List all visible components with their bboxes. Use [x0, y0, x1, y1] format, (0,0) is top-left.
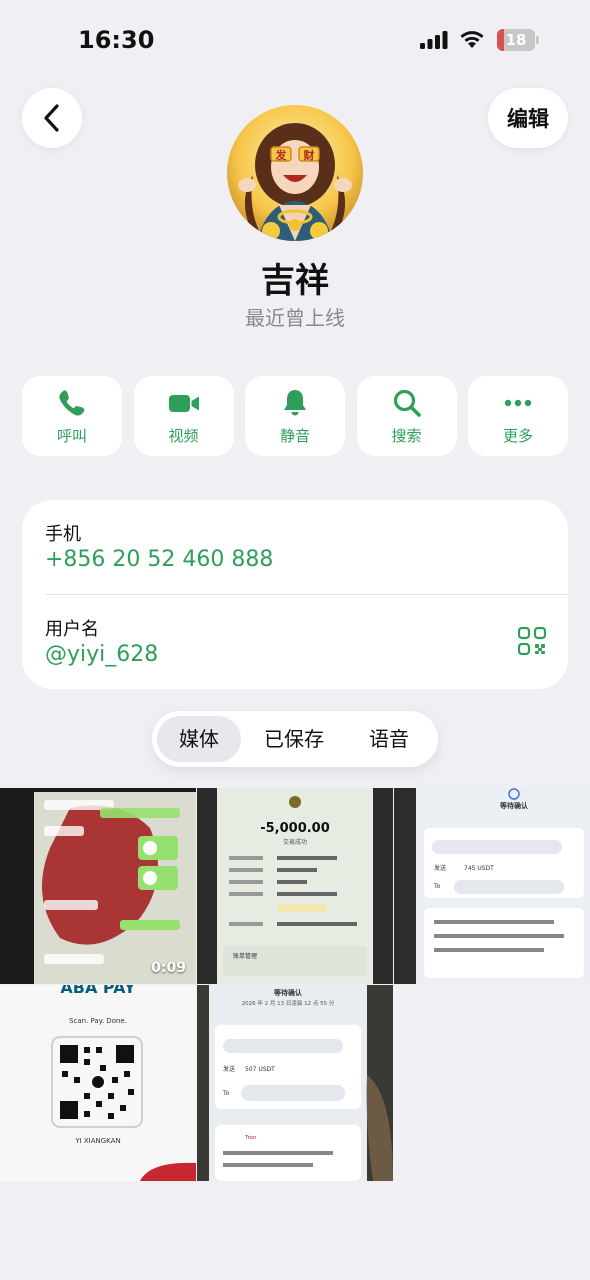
- media-item-transfer[interactable]: 等待确认 发送 745 USDT To: [394, 788, 590, 984]
- divider: [45, 594, 568, 595]
- phone-number[interactable]: +856 20 52 460 888: [45, 547, 273, 572]
- transfer-2-send-label: 发送: [223, 1065, 235, 1073]
- phone-icon: [59, 389, 85, 415]
- avatar[interactable]: 发 财: [227, 105, 363, 241]
- media-item-video[interactable]: 0:09: [0, 788, 196, 984]
- wifi-icon: [460, 31, 484, 48]
- chevron-left-icon: [44, 104, 59, 132]
- media-item-transfer-2[interactable]: 等待确认 2026 年 2 月 13 日凌晨 12 点 55 分 发送 507 …: [197, 985, 393, 1181]
- receipt-amount: -5,000.00: [260, 821, 330, 836]
- search-icon: [393, 389, 421, 417]
- transfer-2-thumbnail: 等待确认 2026 年 2 月 13 日凌晨 12 点 55 分 发送 507 …: [197, 985, 393, 1181]
- qr-code-icon[interactable]: [518, 627, 546, 655]
- avatar-badge-left: 发: [275, 148, 288, 162]
- transfer-thumbnail: 等待确认 发送 745 USDT To: [394, 788, 590, 984]
- transfer-2-subtitle: 2026 年 2 月 13 日凌晨 12 点 55 分: [242, 999, 335, 1007]
- media-grid: 0:09 -5,000.00 交易成功 账单管理 等待确认 发送 745 USD…: [0, 788, 590, 1182]
- media-item-qr-code[interactable]: ABA PAY Scan. Pay. Done. YI XIANGKAN: [0, 985, 196, 1181]
- transfer-amount: 745 USDT: [464, 865, 494, 872]
- qr-thumbnail: ABA PAY Scan. Pay. Done. YI XIANGKAN: [0, 985, 196, 1181]
- media-item-receipt[interactable]: -5,000.00 交易成功 账单管理: [197, 788, 393, 984]
- mute-label: 静音: [279, 426, 310, 445]
- more-label: 更多: [502, 426, 533, 445]
- phone-label: 手机: [45, 524, 81, 545]
- more-icon: [504, 399, 532, 406]
- search-label: 搜索: [391, 426, 422, 445]
- qr-tagline: Scan. Pay. Done.: [69, 1017, 127, 1025]
- qr-brand: ABA PAY: [60, 985, 136, 997]
- video-call-button[interactable]: 视频: [133, 376, 234, 456]
- battery-level: 18: [505, 31, 527, 49]
- transfer-send-label: 发送: [434, 864, 446, 872]
- tab-media[interactable]: 媒体: [157, 716, 241, 762]
- transfer-2-to-label: To: [222, 1090, 230, 1097]
- transfer-to-label: To: [433, 883, 441, 890]
- video-icon: [168, 394, 199, 412]
- call-button[interactable]: 呼叫: [22, 376, 122, 456]
- transfer-2-network: Tron: [244, 1135, 257, 1141]
- call-label: 呼叫: [56, 426, 87, 445]
- status-time: 16:30: [78, 26, 155, 54]
- username-label: 用户名: [45, 619, 99, 640]
- media-tabs: 媒体 已保存 语音: [152, 711, 438, 767]
- avatar-illustration: 发 财: [227, 105, 363, 241]
- transfer-2-amount: 507 USDT: [245, 1066, 275, 1073]
- status-bar: 16:30 18: [0, 0, 590, 80]
- back-button[interactable]: [22, 88, 82, 148]
- edit-button[interactable]: 编辑: [488, 88, 568, 148]
- receipt-caption: 交易成功: [283, 838, 307, 846]
- contact-info-card: 手机 +856 20 52 460 888 用户名 @yiyi_628: [22, 500, 568, 689]
- transfer-title: 等待确认: [499, 801, 529, 810]
- mute-button[interactable]: 静音: [245, 376, 345, 456]
- tab-voice[interactable]: 语音: [348, 716, 430, 762]
- battery-indicator: 18: [497, 29, 539, 51]
- profile-last-seen: 最近曾上线: [245, 306, 345, 330]
- qr-holder: YI XIANGKAN: [74, 1137, 120, 1145]
- receipt-footer: 账单管理: [233, 952, 257, 960]
- transfer-2-title: 等待确认: [273, 988, 303, 997]
- cellular-signal-icon: [420, 31, 448, 49]
- search-button[interactable]: 搜索: [356, 376, 457, 456]
- profile-name: 吉祥: [261, 261, 329, 301]
- video-duration: 0:09: [151, 960, 186, 976]
- video-thumbnail: [0, 788, 196, 984]
- avatar-badge-right: 财: [303, 148, 315, 162]
- receipt-thumbnail: -5,000.00 交易成功 账单管理: [197, 788, 393, 984]
- more-button[interactable]: 更多: [468, 376, 568, 456]
- video-label: 视频: [168, 426, 199, 445]
- tab-saved[interactable]: 已保存: [248, 716, 340, 762]
- action-bar: 呼叫 视频 静音 搜索 更多: [22, 376, 568, 456]
- bell-icon: [284, 389, 306, 415]
- username-value[interactable]: @yiyi_628: [45, 642, 158, 667]
